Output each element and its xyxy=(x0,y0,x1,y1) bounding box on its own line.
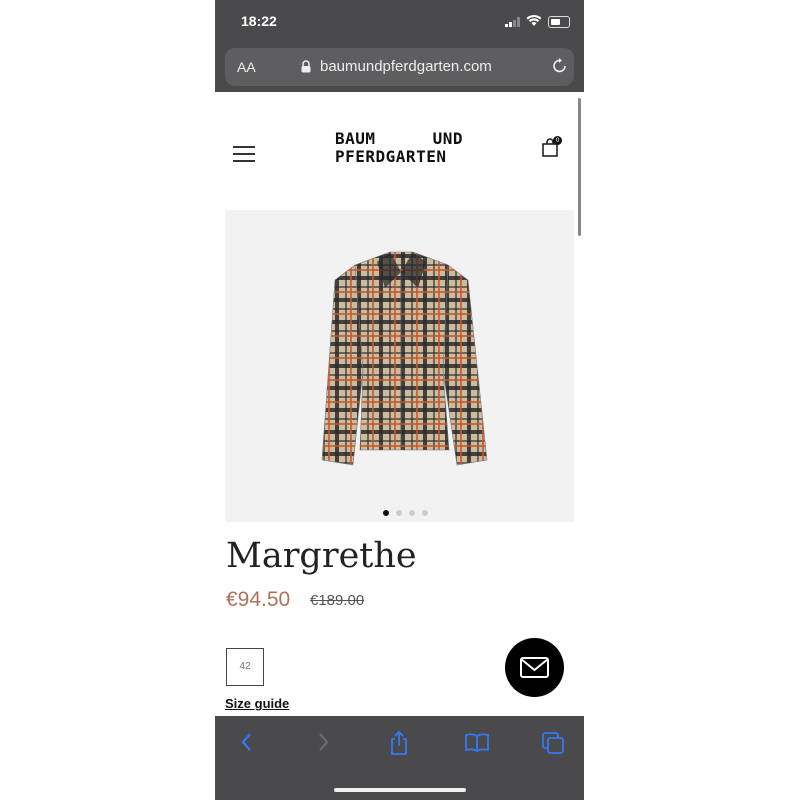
page-scrollbar[interactable] xyxy=(578,98,581,236)
logo-word-pferdgarten: PFERDGARTEN xyxy=(335,147,447,166)
chevron-left-icon[interactable] xyxy=(237,730,257,754)
hamburger-icon[interactable] xyxy=(233,146,255,162)
product-image-carousel[interactable] xyxy=(225,210,574,522)
home-indicator[interactable] xyxy=(334,788,466,792)
sale-price: €94.50 xyxy=(226,588,291,611)
book-icon[interactable] xyxy=(464,730,490,754)
chevron-right-icon[interactable] xyxy=(313,730,333,754)
status-time: 18:22 xyxy=(241,13,277,29)
reload-icon[interactable] xyxy=(551,57,569,75)
address-bar[interactable]: AA baumundpferdgarten.com xyxy=(225,48,574,86)
site-header: BAUM UND PFERDGARTEN 0 xyxy=(215,92,584,210)
contact-mail-button[interactable] xyxy=(505,638,564,697)
size-option-42[interactable]: 42 xyxy=(226,648,264,686)
cart-count-badge: 0 xyxy=(553,136,562,145)
cellular-signal-icon xyxy=(505,17,520,27)
size-guide-link[interactable]: Size guide xyxy=(225,696,289,711)
url-text[interactable]: baumundpferdgarten.com xyxy=(320,58,492,75)
logo-word-und: UND xyxy=(432,129,463,148)
battery-icon xyxy=(548,16,570,28)
logo-word-baum: BAUM xyxy=(335,129,376,148)
browser-toolbar xyxy=(215,716,584,800)
tabs-icon[interactable] xyxy=(540,730,566,756)
original-price: €189.00 xyxy=(310,592,365,609)
carousel-dot[interactable] xyxy=(409,510,415,516)
lock-icon xyxy=(301,60,311,73)
plaid-shirt-image xyxy=(321,251,488,466)
envelope-icon xyxy=(520,657,549,678)
brand-logo[interactable]: BAUM UND PFERDGARTEN xyxy=(335,130,465,166)
phone-screen: 18:22 AA baumundpferdgarten.com BAUM UND… xyxy=(215,0,584,800)
product-name: Margrethe xyxy=(226,536,417,576)
reader-aa-button[interactable]: AA xyxy=(237,59,256,75)
carousel-dot[interactable] xyxy=(422,510,428,516)
share-icon[interactable] xyxy=(388,730,410,756)
carousel-dots xyxy=(383,510,428,516)
carousel-dot[interactable] xyxy=(383,510,389,516)
carousel-dot[interactable] xyxy=(396,510,402,516)
wifi-icon xyxy=(526,15,542,26)
browser-address-area: AA baumundpferdgarten.com xyxy=(215,44,584,92)
status-bar: 18:22 xyxy=(215,0,584,44)
